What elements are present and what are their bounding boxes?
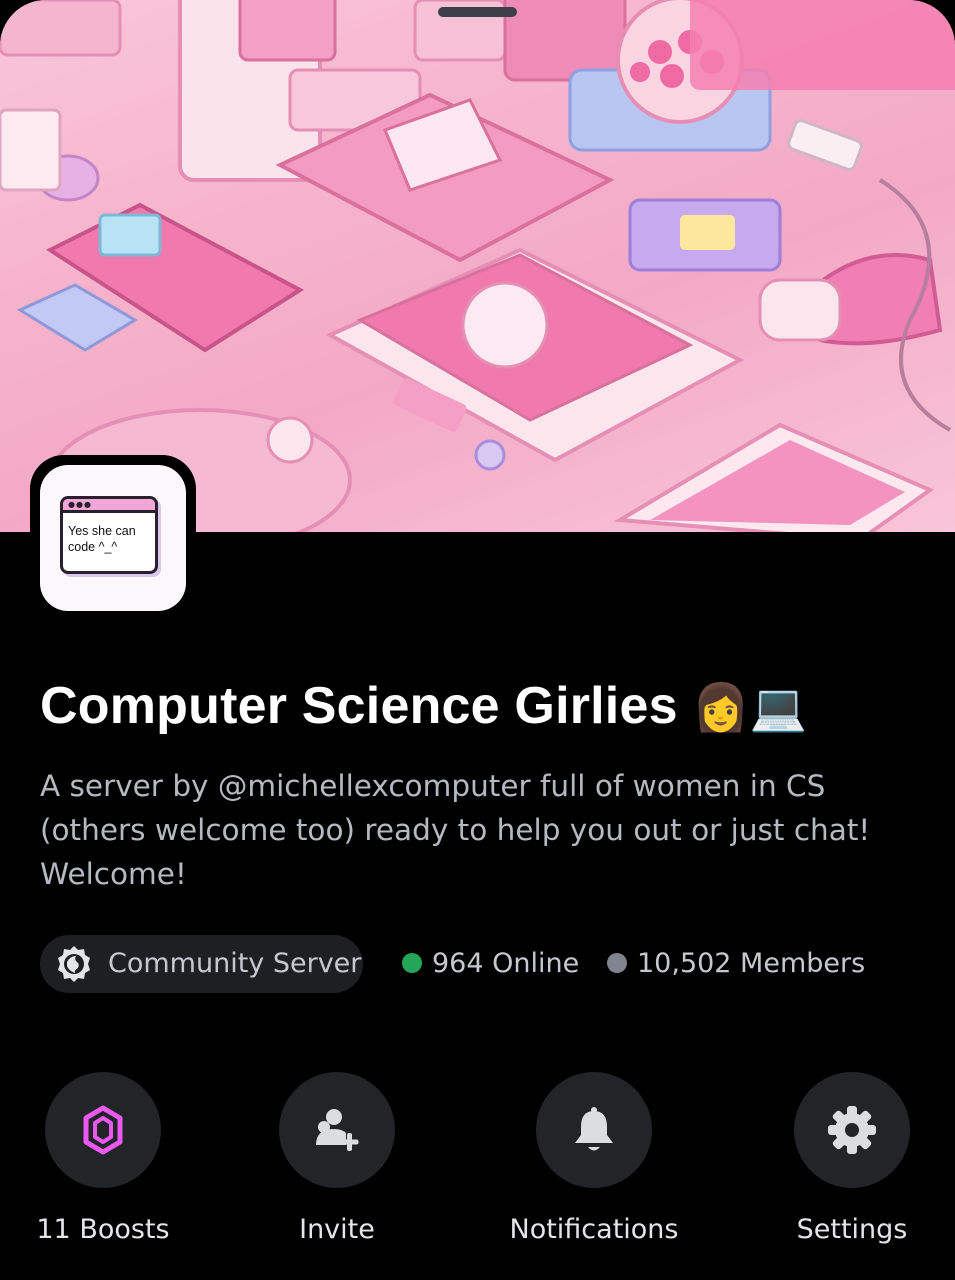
server-icon: ●●● Yes she can code ^_^ [40, 465, 186, 611]
server-name: Computer Science Girlies 👩💻 [40, 672, 807, 741]
banner-illustration [0, 0, 955, 532]
sheet-drag-handle[interactable] [438, 7, 517, 17]
server-profile-sheet: ●●● Yes she can code ^_^ Computer Scienc… [0, 0, 955, 1280]
server-icon-text: Yes she can code ^_^ [68, 524, 136, 554]
add-user-icon [316, 1109, 359, 1151]
server-stats: Community Server 964 Online 10,502 Membe… [40, 935, 920, 993]
server-description: A server by @michellexcomputer full of w… [40, 769, 871, 891]
community-server-badge[interactable]: Community Server [40, 935, 363, 993]
notifications-button[interactable]: Notifications [494, 1070, 694, 1260]
boosts-label: 11 Boosts [36, 1214, 170, 1245]
invite-label: Invite [299, 1214, 375, 1245]
community-globe-icon [58, 946, 90, 982]
members-status-dot [607, 952, 627, 973]
boost-gem-icon [83, 1105, 123, 1155]
server-banner [0, 0, 955, 532]
online-count: 964 Online [402, 935, 579, 993]
server-name-text: Computer Science Girlies [40, 677, 678, 735]
notifications-label: Notifications [509, 1214, 679, 1245]
code-window-logo: ●●● Yes she can code ^_^ [60, 496, 158, 574]
online-status-dot [402, 952, 422, 973]
member-count: 10,502 Members [607, 935, 865, 993]
server-actions: 11 Boosts Invite Notifications Settings [0, 1070, 955, 1260]
settings-button[interactable]: Settings [752, 1070, 952, 1260]
gear-icon [828, 1106, 876, 1154]
boosts-button[interactable]: 11 Boosts [3, 1070, 203, 1260]
invite-button[interactable]: Invite [237, 1070, 437, 1260]
bell-icon [575, 1107, 613, 1151]
settings-label: Settings [796, 1214, 908, 1245]
community-server-label: Community Server [108, 948, 362, 979]
woman-technologist-emoji: 👩💻 [692, 680, 808, 734]
